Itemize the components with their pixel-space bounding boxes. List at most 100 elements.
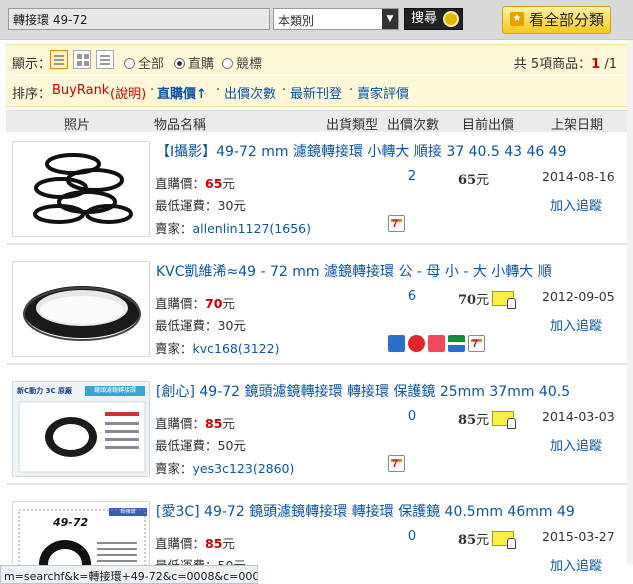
current-price: 85元 [458, 529, 517, 549]
item-title-link[interactable]: KVC凱維浠≈49 - 72 mm 濾鏡轉接環 公 - 母 小 - 大 小轉大 … [156, 261, 616, 281]
current-price-value: 85 [458, 533, 477, 548]
table-row: 新C動力 3C 原廠 鏡頭濾鏡轉接環 [創心] 49-72 鏡頭濾鏡轉接環 轉接… [6, 373, 627, 485]
filter-all-radio[interactable]: 全部 [124, 53, 164, 72]
current-price-value: 65 [458, 173, 477, 188]
family-mart-icon [428, 335, 445, 352]
seller-link[interactable]: kvc168 [193, 341, 238, 356]
adapter-rings-image [33, 153, 133, 224]
sort-newest-link[interactable]: 最新刊登 [290, 83, 342, 102]
all-categories-label: 看全部分類 [529, 11, 605, 29]
current-price-unit: 元 [476, 533, 490, 548]
item-title-link[interactable]: [創心] 49-72 鏡頭濾鏡轉接環 轉接環 保護鏡 25mm 37mm 40.… [156, 381, 616, 401]
item-title-link[interactable]: 【I攝影】49-72 mm 濾鏡轉接環 小轉大 順接 37 40.5 43 46… [156, 141, 616, 161]
current-price-unit: 元 [476, 293, 490, 308]
listing-date: 2014-03-03 [542, 409, 615, 424]
sort-direct-price-link[interactable]: 直購價↑ [157, 83, 207, 102]
col-bids: 出價次數 [387, 118, 440, 133]
sort-seller-rating-link[interactable]: 賣家評價 [357, 83, 409, 102]
result-count: 共 5項商品：1 /1 [514, 53, 617, 72]
bid-count[interactable]: 0 [402, 529, 422, 544]
direct-price: 直購價：85元 [155, 413, 235, 432]
chevron-down-icon: ▼ [382, 9, 398, 29]
grid-view-icon[interactable] [73, 50, 91, 69]
search-button-label: 搜尋 [411, 11, 438, 26]
table-row: KVC凱維浠≈49 - 72 mm 濾鏡轉接環 公 - 母 小 - 大 小轉大 … [6, 253, 627, 365]
add-track-link[interactable]: 加入追蹤 [550, 195, 602, 214]
filter-bid-radio[interactable]: 競標 [222, 53, 262, 72]
add-track-link[interactable]: 加入追蹤 [550, 315, 602, 334]
search-input[interactable] [8, 8, 270, 30]
bid-count[interactable]: 6 [402, 289, 422, 304]
shipping-label: 最低運費： [155, 438, 218, 453]
sort-buyrank-link[interactable]: BuyRank [52, 83, 109, 98]
add-track-link[interactable]: 加入追蹤 [550, 555, 602, 574]
browser-status-bar: m=searchf&k=轉接環+49-72&c=0008&c=00080005 [0, 565, 258, 584]
detail-view-icon[interactable] [96, 50, 114, 69]
current-price: 70元 [458, 289, 517, 309]
shipping-value: 30元 [217, 198, 246, 213]
add-track-link[interactable]: 加入追蹤 [550, 435, 602, 454]
seller-rating-link[interactable]: (3122) [238, 341, 280, 356]
seller-label: 賣家： [155, 461, 193, 476]
seller-label: 賣家： [155, 221, 193, 236]
direct-price: 直購價：65元 [155, 173, 235, 192]
buyrank-explain-link[interactable]: (說明) [110, 83, 146, 102]
page-total: /1 [604, 57, 617, 72]
scrollbar[interactable] [627, 40, 633, 565]
price-value: 85 [205, 416, 223, 431]
sort-separator: ‧ [282, 83, 287, 98]
seller-rating-link[interactable]: (2860) [253, 461, 295, 476]
col-photo: 照片 [64, 118, 91, 133]
all-categories-button[interactable]: ★ 看全部分類 [502, 6, 611, 34]
current-price-unit: 元 [476, 173, 490, 188]
price-unit: 元 [222, 416, 235, 431]
bid-hand-icon[interactable] [492, 291, 517, 309]
current-price: 85元 [458, 409, 517, 429]
price-value: 70 [205, 296, 223, 311]
direct-price: 直購價：70元 [155, 293, 235, 312]
list-view-icon[interactable] [50, 50, 68, 69]
bid-hand-icon[interactable] [492, 531, 517, 549]
search-button[interactable]: 搜尋 [404, 8, 463, 30]
current-price-unit: 元 [476, 413, 490, 428]
search-bar: 本類別 ▼ 搜尋 ★ 看全部分類 [0, 0, 633, 40]
ok-mart-icon [408, 335, 425, 352]
min-shipping: 最低運費：30元 [155, 315, 246, 334]
adapter-ring-image [23, 286, 141, 341]
col-type: 出貨類型 [326, 118, 379, 133]
sort-bids-link[interactable]: 出價次數 [224, 83, 276, 102]
seller-rating-link[interactable]: (1656) [269, 221, 311, 236]
product-image[interactable] [12, 261, 150, 357]
bid-count[interactable]: 0 [402, 409, 422, 424]
sort-separator: ‧ [216, 83, 221, 98]
display-label: 顯示： [12, 57, 52, 72]
shipping-value: 50元 [217, 438, 246, 453]
listing-date: 2012-09-05 [542, 289, 615, 304]
item-title-link[interactable]: [愛3C] 49-72 鏡頭濾鏡轉接環 轉接環 保護鏡 40.5mm 46mm … [156, 501, 616, 521]
current-price-value: 70 [458, 293, 477, 308]
col-current: 目前出價 [462, 118, 515, 133]
seller-info: 賣家：allenlin1127(1656) [155, 218, 311, 237]
category-icon: ★ [510, 12, 524, 26]
current-price: 65元 [458, 169, 489, 188]
bid-hand-icon[interactable] [492, 411, 517, 429]
seller-label: 賣家： [155, 341, 193, 356]
sort-separator: ‧ [349, 83, 354, 98]
price-value: 65 [205, 176, 223, 191]
min-shipping: 最低運費：50元 [155, 435, 246, 454]
seller-link[interactable]: allenlin1127 [193, 221, 270, 236]
sort-separator: ‧ [150, 83, 155, 98]
product-image[interactable] [12, 141, 150, 237]
direct-price-label: 直購價： [155, 416, 206, 431]
bid-count[interactable]: 2 [402, 169, 422, 184]
seller-link[interactable]: yes3c123 [193, 461, 253, 476]
product-image[interactable]: 新C動力 3C 原廠 鏡頭濾鏡轉接環 [12, 381, 150, 477]
category-select-value: 本類別 [278, 14, 315, 28]
price-unit: 元 [222, 296, 235, 311]
filter-direct-radio[interactable]: 直購 [174, 53, 214, 72]
listing-date: 2014-08-16 [542, 169, 615, 184]
min-shipping: 最低運費：30元 [155, 195, 246, 214]
adapter-rings-image [18, 401, 146, 473]
category-select[interactable]: 本類別 ▼ [273, 8, 399, 30]
count-text: 5項商品： [530, 57, 592, 72]
